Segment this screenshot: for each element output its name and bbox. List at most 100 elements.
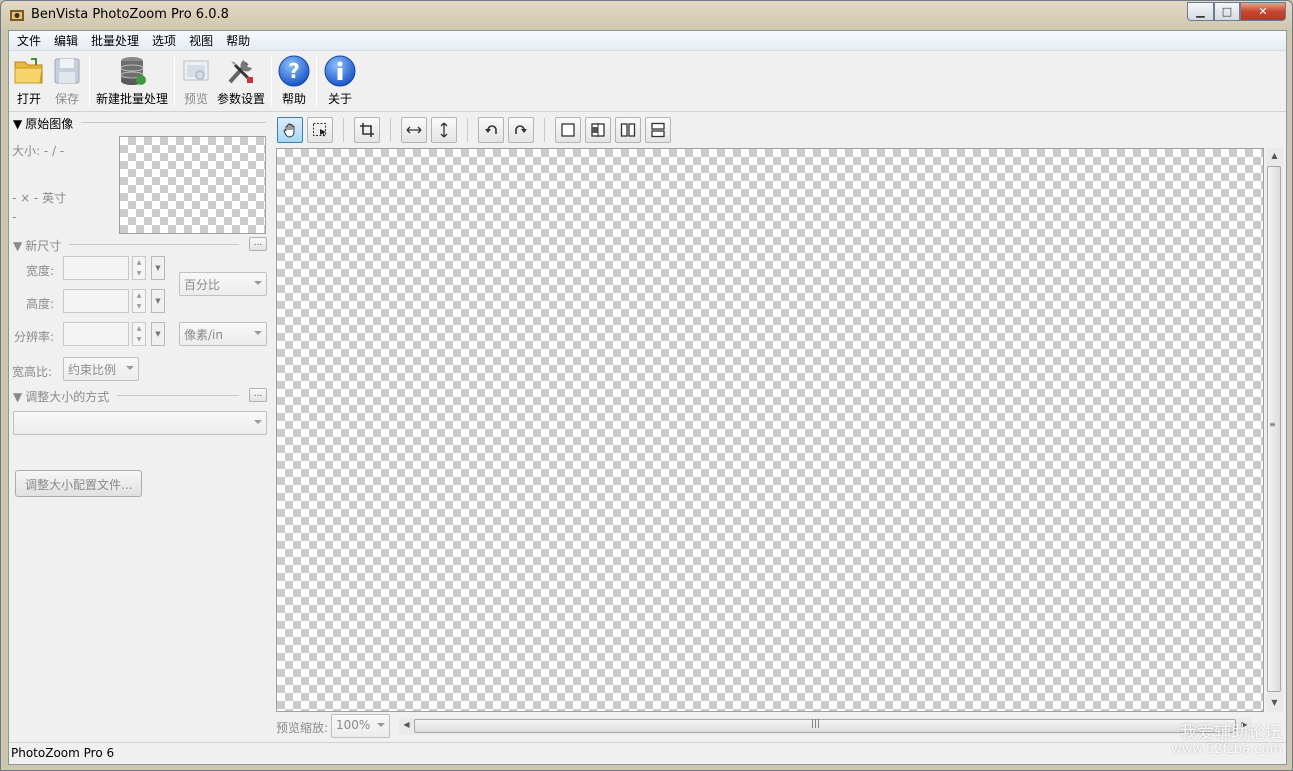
resolution-unit-value: 像素/in	[184, 328, 223, 342]
resize-method-section-header[interactable]: ▼ 调整大小的方式	[13, 388, 109, 405]
hand-icon	[283, 123, 295, 138]
app-window: BenVista PhotoZoom Pro 6.0.8 ▁ □ ✕ 文件 编辑…	[0, 0, 1293, 771]
chevron-down-icon	[254, 281, 262, 285]
preview-canvas[interactable]	[276, 148, 1264, 712]
minimize-button[interactable]: ▁	[1187, 2, 1214, 21]
new-size-title: 新尺寸	[25, 239, 62, 253]
resolution-input[interactable]	[63, 322, 129, 346]
single-pane-icon	[561, 123, 575, 137]
menu-file[interactable]: 文件	[11, 31, 48, 50]
original-thumbnail	[119, 136, 266, 234]
scroll-left-arrow[interactable]: ◀	[399, 720, 414, 729]
height-dropdown[interactable]: ▼	[151, 289, 165, 313]
resize-method-select[interactable]	[13, 411, 267, 435]
stacked-view-button[interactable]	[645, 117, 671, 143]
vertical-scroll-thumb[interactable]	[1267, 166, 1281, 692]
toolbar-separator	[271, 56, 272, 106]
main-toolbar: 打开 保存 新建批量处理 预览 参数设置 ? 帮助 关于	[9, 52, 1286, 112]
scroll-grip-icon: ≡	[1269, 420, 1276, 429]
section-divider	[69, 244, 239, 245]
scroll-up-arrow[interactable]: ▲	[1267, 151, 1282, 160]
settings-label: 参数设置	[216, 92, 265, 106]
new-size-section-header[interactable]: ▼ 新尺寸	[13, 237, 61, 254]
aspect-ratio-value: 约束比例	[68, 363, 117, 377]
toolbar-separator	[174, 56, 175, 106]
stacked-panes-icon	[651, 122, 665, 138]
watermark-title: 我爱辅助论坛	[1180, 723, 1282, 743]
database-stack-icon	[116, 55, 148, 87]
select-rectangle-tool[interactable]	[307, 117, 333, 143]
preview-zoom-select[interactable]: 100%	[331, 714, 390, 738]
close-button[interactable]: ✕	[1240, 2, 1286, 21]
app-icon	[10, 10, 24, 21]
resize-method-title: 调整大小的方式	[25, 390, 110, 404]
original-image-section-header[interactable]: ▼ 原始图像	[13, 115, 73, 132]
status-bar: PhotoZoom Pro 6	[9, 742, 1286, 765]
tools-wrench-screwdriver-icon	[225, 55, 257, 87]
preview-zoom-label: 预览缩放:	[276, 721, 329, 735]
single-view-button[interactable]	[555, 117, 581, 143]
aspect-ratio-select[interactable]: 约束比例	[63, 357, 139, 381]
menu-options[interactable]: 选项	[146, 31, 183, 50]
marquee-select-icon	[313, 123, 326, 137]
crop-tool[interactable]	[354, 117, 380, 143]
chevron-down-icon	[377, 723, 385, 727]
width-input[interactable]	[63, 256, 129, 280]
status-text: PhotoZoom Pro 6	[11, 746, 115, 760]
menu-view[interactable]: 视图	[183, 31, 220, 50]
client-area: 文件 编辑 批量处理 选项 视图 帮助 打开 保存 新建批量处理 预览 参数设置…	[8, 30, 1287, 765]
size-unit-select[interactable]: 百分比	[179, 272, 267, 296]
save-button[interactable]: 保存	[48, 52, 86, 110]
width-label: 宽度:	[25, 264, 54, 278]
resolution-dropdown[interactable]: ▼	[151, 322, 165, 346]
height-label: 高度:	[25, 297, 54, 311]
rotate-left-icon	[485, 125, 497, 134]
split-view-button[interactable]	[585, 117, 611, 143]
menu-help[interactable]: 帮助	[220, 31, 257, 50]
new-size-more-button[interactable]: ...	[249, 237, 267, 251]
side-by-side-icon	[620, 123, 636, 137]
menu-edit[interactable]: 编辑	[48, 31, 85, 50]
settings-button[interactable]: 参数设置	[214, 52, 268, 110]
about-button[interactable]: 关于	[320, 52, 360, 110]
original-dimensions-text: - × - 英寸	[12, 191, 67, 205]
open-button[interactable]: 打开	[10, 52, 48, 110]
section-divider	[81, 122, 266, 123]
height-spinner[interactable]: ▲ ▼	[132, 289, 146, 313]
crop-icon	[360, 123, 374, 137]
width-spinner[interactable]: ▲ ▼	[132, 256, 146, 280]
height-input[interactable]	[63, 289, 129, 313]
horizontal-scroll-thumb[interactable]	[414, 719, 1236, 733]
rotate-left-button[interactable]	[478, 117, 504, 143]
save-label: 保存	[54, 92, 79, 106]
collapse-triangle-icon: ▼	[13, 238, 23, 253]
horizontal-scrollbar[interactable]: ◀ ||| ▶	[399, 718, 1252, 735]
folder-open-icon	[13, 55, 45, 87]
menu-batch[interactable]: 批量处理	[85, 31, 146, 50]
toolbar-separator	[390, 118, 391, 142]
resize-method-more-button[interactable]: ...	[249, 388, 267, 402]
preview-button[interactable]: 预览	[178, 52, 214, 110]
collapse-triangle-icon: ▼	[13, 389, 23, 404]
maximize-button[interactable]: □	[1214, 2, 1240, 21]
resolution-unit-select[interactable]: 像素/in	[179, 322, 267, 346]
resize-profile-button[interactable]: 调整大小配置文件...	[15, 470, 143, 497]
width-dropdown[interactable]: ▼	[151, 256, 165, 280]
open-label: 打开	[16, 92, 41, 106]
help-button[interactable]: ? 帮助	[275, 52, 313, 110]
original-image-title: 原始图像	[25, 117, 74, 131]
vertical-scrollbar[interactable]: ▲ ≡ ▼	[1266, 148, 1283, 712]
hand-pan-tool[interactable]	[277, 117, 303, 143]
about-label: 关于	[327, 92, 352, 106]
resolution-spinner[interactable]: ▲ ▼	[132, 322, 146, 346]
vertical-arrows-icon	[440, 122, 448, 138]
rotate-right-button[interactable]	[508, 117, 534, 143]
scroll-down-arrow[interactable]: ▼	[1267, 698, 1282, 707]
side-by-side-view-button[interactable]	[615, 117, 641, 143]
flip-horizontal-button[interactable]	[401, 117, 427, 143]
toolbar-separator	[467, 118, 468, 142]
preview-window-icon	[180, 55, 212, 87]
menu-bar: 文件 编辑 批量处理 选项 视图 帮助	[9, 31, 1286, 51]
flip-vertical-button[interactable]	[431, 117, 457, 143]
new-batch-button[interactable]: 新建批量处理	[93, 52, 171, 110]
